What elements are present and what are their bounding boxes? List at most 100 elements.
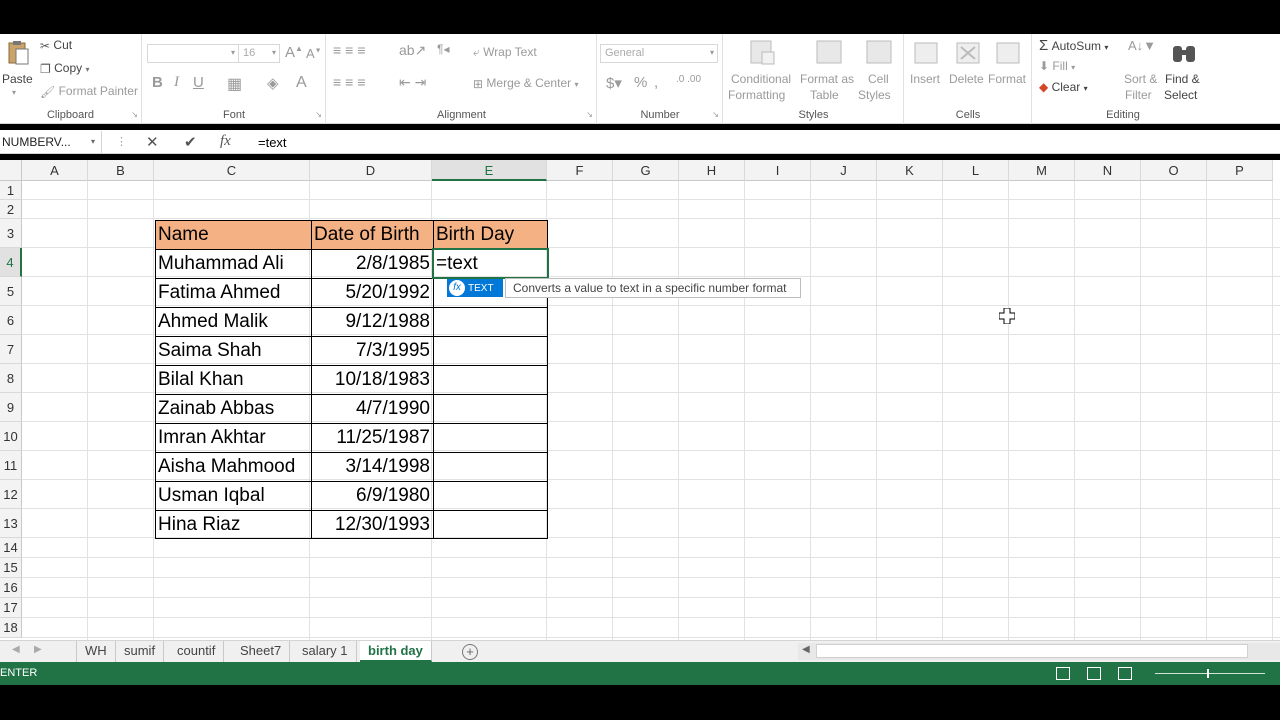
tab-birth-day[interactable]: birth day: [360, 641, 432, 662]
column-header-a[interactable]: A: [22, 160, 88, 181]
insert-icon: [914, 42, 938, 64]
column-header-f[interactable]: F: [547, 160, 613, 181]
vertical-align-icons[interactable]: ≡≡≡: [333, 42, 370, 58]
name-box[interactable]: NUMBERV... ▾: [0, 131, 102, 153]
insert-function-icon[interactable]: fx: [220, 133, 231, 150]
borders-icon[interactable]: ▦: [227, 74, 242, 94]
column-header-e[interactable]: E: [432, 160, 547, 181]
row-header-2[interactable]: 2: [0, 200, 22, 219]
column-header-h[interactable]: H: [679, 160, 745, 181]
row-header-5[interactable]: 5: [0, 277, 22, 306]
font-group: ▾ 16 ▾ A▲ A▼ B I U ▦ ◈ A Font ↘: [143, 34, 326, 124]
add-sheet-icon[interactable]: +: [462, 644, 478, 660]
page-layout-view-icon[interactable]: [1087, 667, 1101, 680]
zoom-slider-thumb[interactable]: [1207, 669, 1209, 678]
row-header-13[interactable]: 13: [0, 509, 22, 538]
row-header-17[interactable]: 17: [0, 598, 22, 618]
column-header-b[interactable]: B: [88, 160, 154, 181]
underline-button[interactable]: U: [193, 74, 204, 91]
row-header-16[interactable]: 16: [0, 578, 22, 598]
scrollbar-thumb[interactable]: [816, 644, 1248, 658]
row-header-7[interactable]: 7: [0, 335, 22, 364]
paste-button[interactable]: Paste: [2, 72, 33, 86]
font-launcher-icon[interactable]: ↘: [315, 110, 322, 119]
merge-center-button[interactable]: ⊞ Merge & Center ▾: [473, 76, 578, 91]
tab-countif[interactable]: countif: [169, 641, 225, 662]
tab-salary-1[interactable]: salary 1: [294, 641, 357, 662]
column-header-i[interactable]: I: [745, 160, 811, 181]
autosum-button[interactable]: Σ AutoSum ▾: [1039, 37, 1108, 54]
normal-view-icon[interactable]: [1056, 667, 1070, 680]
column-header-j[interactable]: J: [811, 160, 877, 181]
clear-button[interactable]: ◆ Clear ▾: [1039, 80, 1088, 94]
tab-sheet7[interactable]: Sheet7: [232, 641, 291, 662]
row-header-3[interactable]: 3: [0, 219, 22, 248]
row-header-11[interactable]: 11: [0, 451, 22, 480]
font-size-combo[interactable]: 16 ▾: [238, 44, 280, 63]
copy-button[interactable]: ❐ Copy ▾: [40, 61, 89, 76]
font-name-combo[interactable]: ▾: [147, 44, 239, 63]
decimal-icons[interactable]: .0 .00: [676, 74, 701, 85]
percent-icon[interactable]: %: [634, 74, 647, 91]
wrap-text-button[interactable]: ⤶ Wrap Text: [473, 45, 537, 60]
row-header-14[interactable]: 14: [0, 538, 22, 558]
bold-button[interactable]: B: [152, 74, 163, 91]
fill-button[interactable]: ⬇ Fill ▾: [1039, 59, 1075, 73]
tab-prev-icon[interactable]: ◀: [12, 644, 20, 655]
select-all-corner[interactable]: [0, 160, 22, 181]
row-header-10[interactable]: 10: [0, 422, 22, 451]
clipboard-launcher-icon[interactable]: ↘: [131, 110, 138, 119]
number-format-combo[interactable]: General ▾: [600, 44, 718, 63]
column-header-g[interactable]: G: [613, 160, 679, 181]
status-mode: ENTER: [0, 667, 38, 679]
column-header-m[interactable]: M: [1009, 160, 1075, 181]
row-header-18[interactable]: 18: [0, 618, 22, 638]
enter-icon[interactable]: ✔: [184, 133, 197, 151]
column-header-n[interactable]: N: [1075, 160, 1141, 181]
scroll-left-icon[interactable]: ◀: [802, 644, 810, 655]
row-header-6[interactable]: 6: [0, 306, 22, 335]
page-break-view-icon[interactable]: [1118, 667, 1132, 680]
grow-font-icon[interactable]: A▲: [285, 44, 303, 61]
indent-icons[interactable]: ⇤ ⇥: [399, 74, 426, 91]
rtl-icon[interactable]: ¶◂: [437, 42, 449, 56]
column-header-l[interactable]: L: [943, 160, 1009, 181]
row-header-9[interactable]: 9: [0, 393, 22, 422]
paste-icon[interactable]: [4, 38, 34, 68]
tab-next-icon[interactable]: ▶: [34, 644, 42, 655]
column-header-d[interactable]: D: [310, 160, 432, 181]
alignment-launcher-icon[interactable]: ↘: [586, 110, 593, 119]
formula-input[interactable]: =text: [258, 135, 287, 150]
tab-wh[interactable]: WH: [76, 641, 116, 662]
italic-button[interactable]: I: [174, 74, 179, 91]
scissors-icon: ✂: [40, 38, 51, 53]
row-header-8[interactable]: 8: [0, 364, 22, 393]
row-header-1[interactable]: 1: [0, 181, 22, 200]
cut-button[interactable]: ✂ Cut: [40, 38, 72, 53]
number-launcher-icon[interactable]: ↘: [712, 110, 719, 119]
comma-icon[interactable]: ,: [654, 74, 658, 91]
paste-dropdown-icon[interactable]: ▾: [12, 88, 16, 97]
cancel-icon[interactable]: ✕: [146, 133, 159, 151]
shrink-font-icon[interactable]: A▼: [306, 46, 322, 61]
function-suggestion[interactable]: fx TEXT: [447, 279, 503, 297]
zoom-slider[interactable]: [1155, 673, 1265, 674]
row-header-15[interactable]: 15: [0, 558, 22, 578]
row-header-4[interactable]: 4: [0, 248, 22, 277]
format-painter-button[interactable]: 🖌 Format Painter: [40, 84, 138, 99]
font-color-icon[interactable]: A: [296, 74, 307, 92]
column-header-o[interactable]: O: [1141, 160, 1207, 181]
column-header-p[interactable]: P: [1207, 160, 1273, 181]
tab-sumif[interactable]: sumif: [116, 641, 165, 662]
horizontal-scrollbar[interactable]: ◀: [798, 643, 1280, 660]
row-header-12[interactable]: 12: [0, 480, 22, 509]
worksheet-grid[interactable]: 18 17 16 15 14 13 12 11 10 9 8 7 6 5 4 3 2 1 P O N M L K J I H G F E D…: [0, 160, 1280, 640]
column-header-k[interactable]: K: [877, 160, 943, 181]
orientation-icon[interactable]: ab↗: [399, 42, 426, 59]
horizontal-align-icons[interactable]: ≡≡≡: [333, 74, 370, 90]
alignment-group: ≡≡≡ ab↗ ¶◂ ⤶ Wrap Text ≡≡≡ ⇤ ⇥ ⊞ Merge &…: [327, 34, 597, 124]
column-header-c[interactable]: C: [154, 160, 310, 181]
currency-icon[interactable]: $▾: [606, 74, 622, 92]
fill-down-icon: ⬇: [1039, 59, 1050, 73]
fill-color-icon[interactable]: ◈: [267, 74, 279, 92]
